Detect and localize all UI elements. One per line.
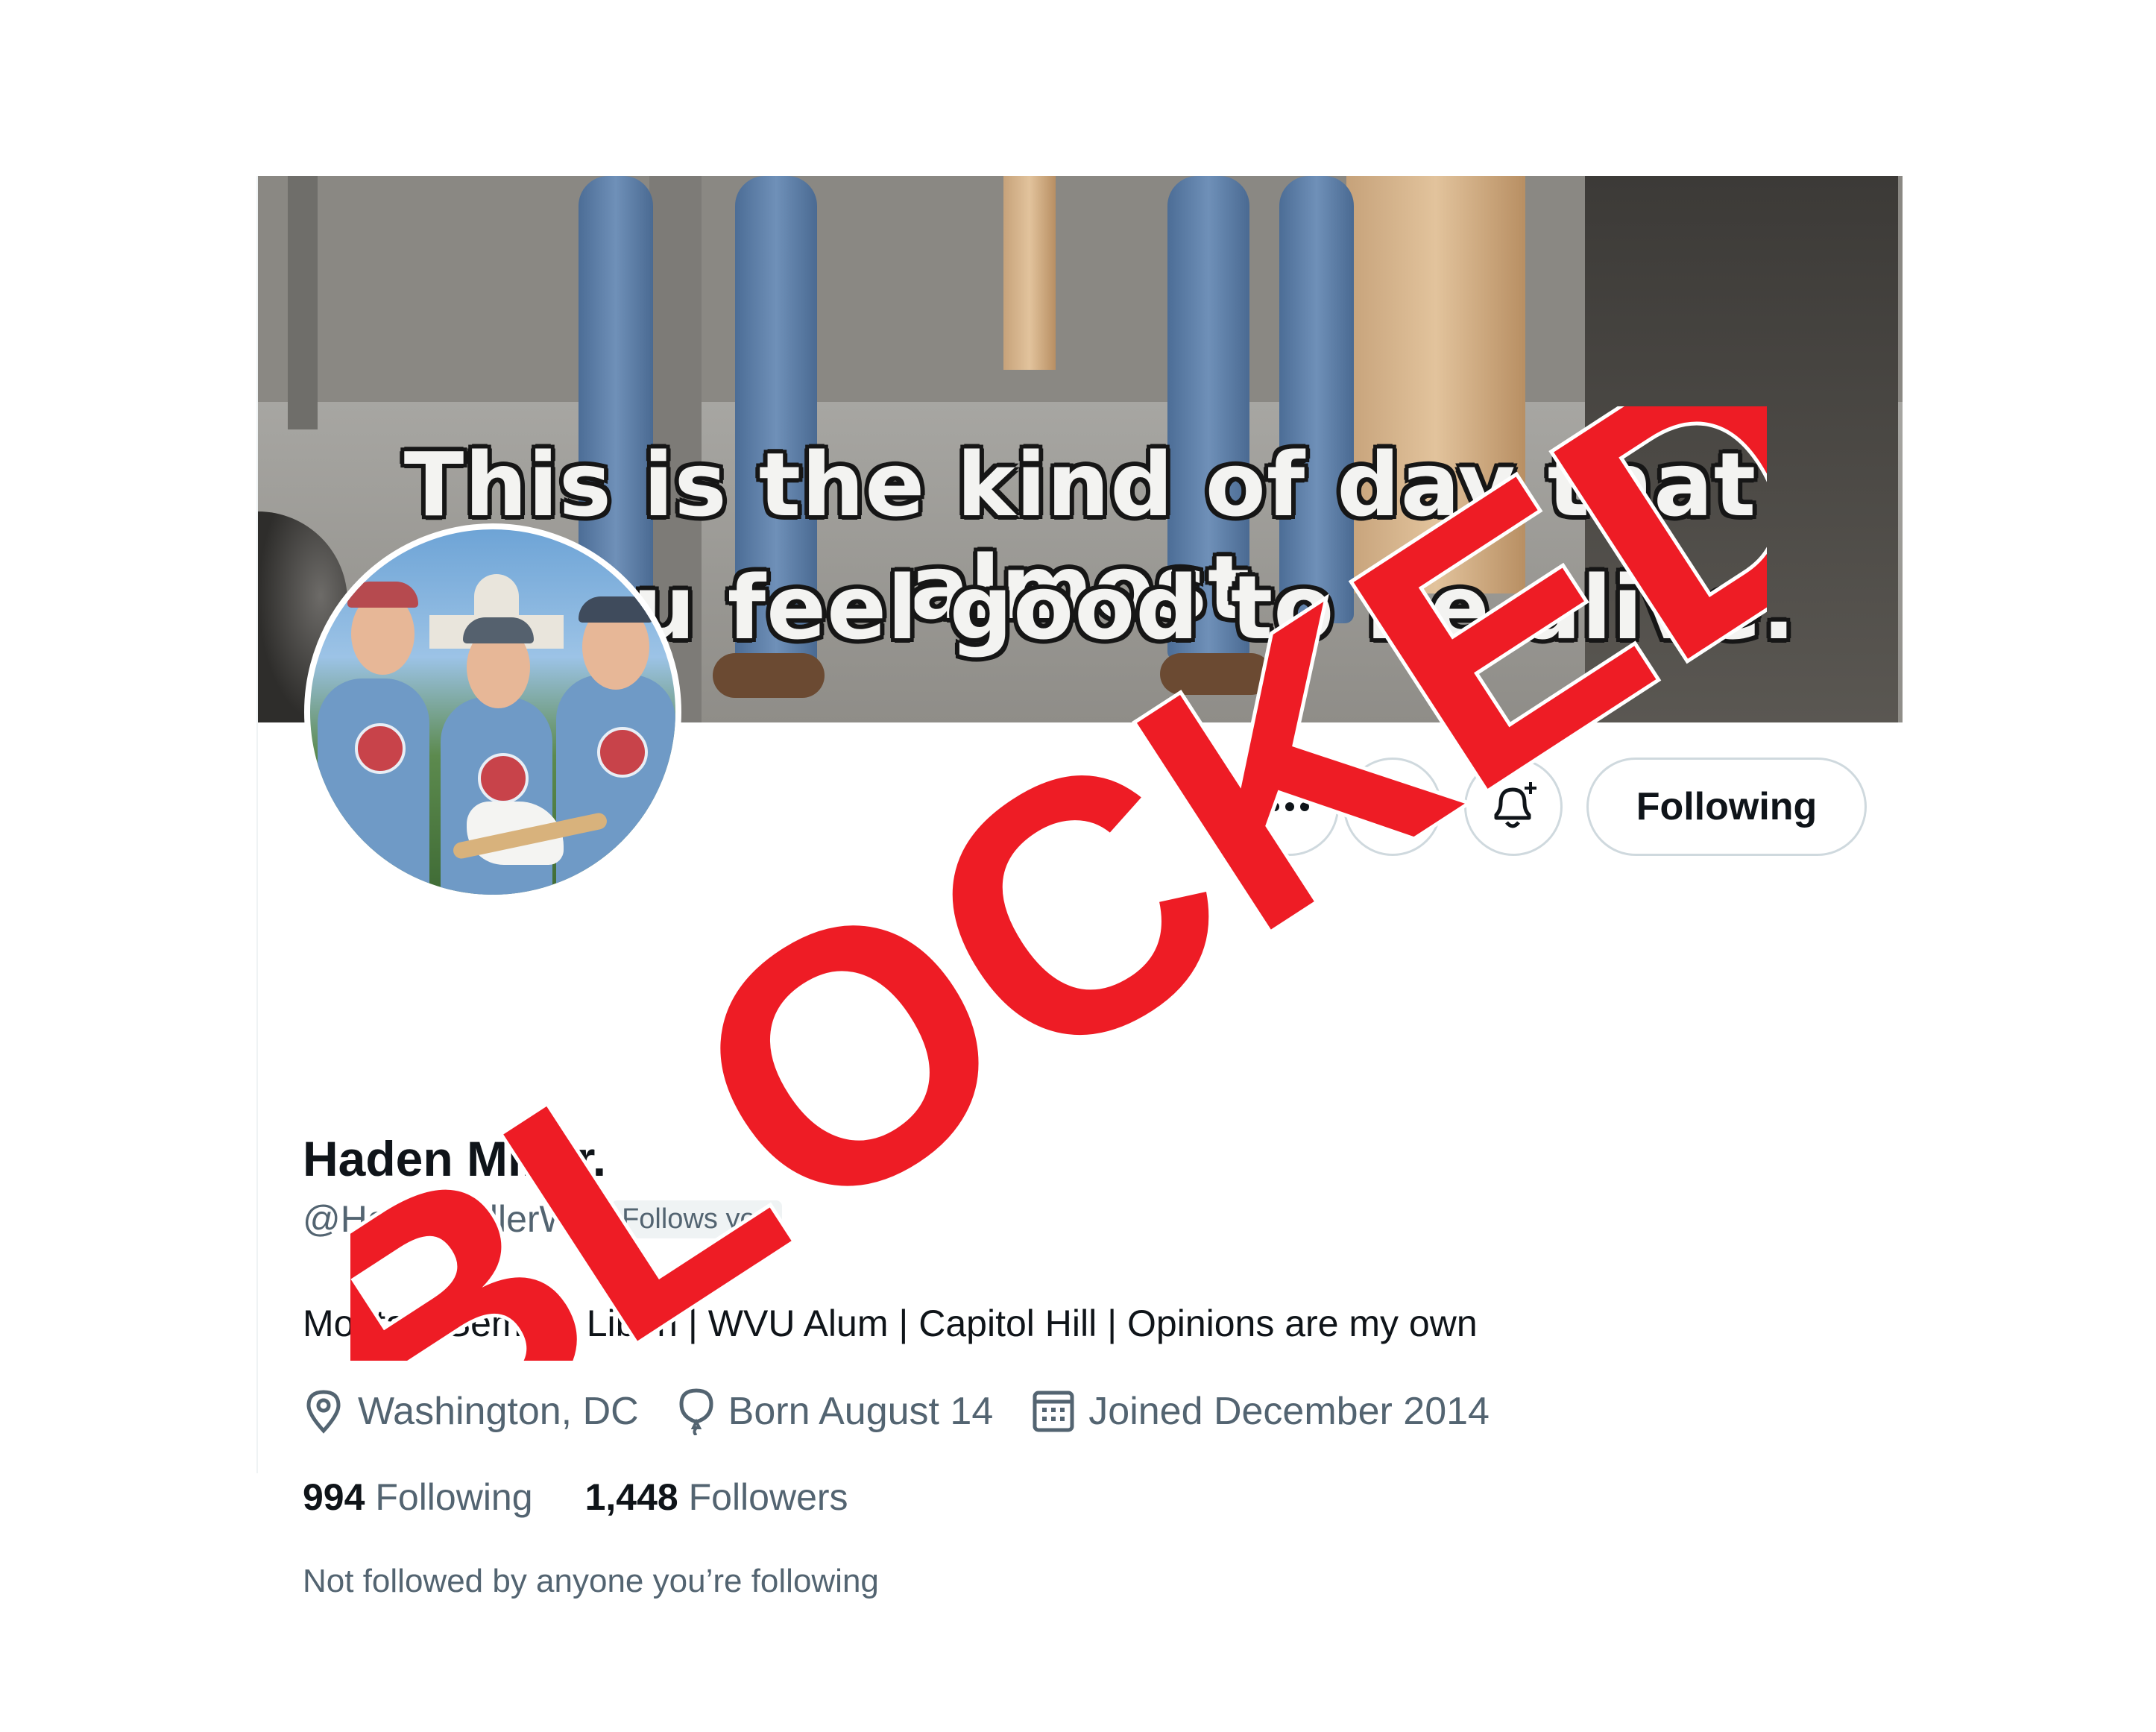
avatar-cap	[347, 582, 418, 608]
follows-you-badge: Follows you	[611, 1200, 782, 1238]
bio: Montani Semper Liberi | WVU Alum | Capit…	[303, 1303, 1478, 1344]
avatar-shirt-logo	[597, 727, 648, 778]
balloon-icon	[679, 1388, 713, 1435]
avatar-shirt-logo	[355, 723, 406, 774]
avatar-cap	[579, 596, 653, 623]
following-count: 994	[303, 1476, 365, 1518]
avatar-capitol-dome	[474, 574, 519, 619]
handle: @HadenMillerWV	[303, 1198, 600, 1240]
banner-shoe	[1160, 653, 1272, 695]
location-pin-icon	[306, 1390, 341, 1434]
avatar-shirt-logo	[478, 753, 529, 804]
follow-stats: 994 Following 1,448 Followers	[303, 1476, 901, 1519]
following-stat-link[interactable]: 994 Following	[303, 1476, 533, 1519]
avatar-person	[318, 678, 429, 895]
joined-item: Joined December 2014	[1032, 1389, 1490, 1434]
banner-pole	[288, 176, 318, 429]
banner-shoe	[713, 653, 825, 698]
location-item: Washington, DC	[303, 1389, 639, 1434]
followed-by-text: Not followed by anyone you’re following	[303, 1563, 879, 1599]
followers-count: 1,448	[584, 1476, 678, 1518]
following-button[interactable]: Following	[1586, 758, 1867, 856]
avatar[interactable]	[304, 523, 681, 901]
followers-stat-link[interactable]: 1,448 Followers	[585, 1476, 848, 1519]
more-button[interactable]	[1241, 758, 1339, 856]
more-horizontal-icon	[1270, 802, 1309, 811]
notifications-button[interactable]	[1464, 758, 1563, 856]
handle-row: @HadenMillerWV Follows you	[303, 1197, 782, 1241]
calendar-icon	[1033, 1391, 1074, 1432]
display-name: Haden Miller.	[303, 1131, 607, 1186]
message-button[interactable]	[1343, 758, 1442, 856]
envelope-icon	[1369, 788, 1416, 825]
location-text: Washington, DC	[358, 1390, 639, 1433]
avatar-cap	[463, 617, 534, 643]
bell-plus-icon	[1494, 782, 1536, 828]
birthday-item: Born August 14	[678, 1388, 994, 1435]
following-label: Following	[375, 1476, 533, 1518]
banner-door-small	[1003, 176, 1056, 370]
birthday-text: Born August 14	[728, 1390, 994, 1433]
profile-meta: Washington, DC Born August 14 Joined Dec…	[303, 1388, 1528, 1435]
followers-label: Followers	[688, 1476, 848, 1518]
profile-card: This is the kind of day that almost you …	[256, 176, 1903, 1599]
joined-text: Joined December 2014	[1088, 1390, 1490, 1433]
avatar-person	[556, 675, 675, 895]
